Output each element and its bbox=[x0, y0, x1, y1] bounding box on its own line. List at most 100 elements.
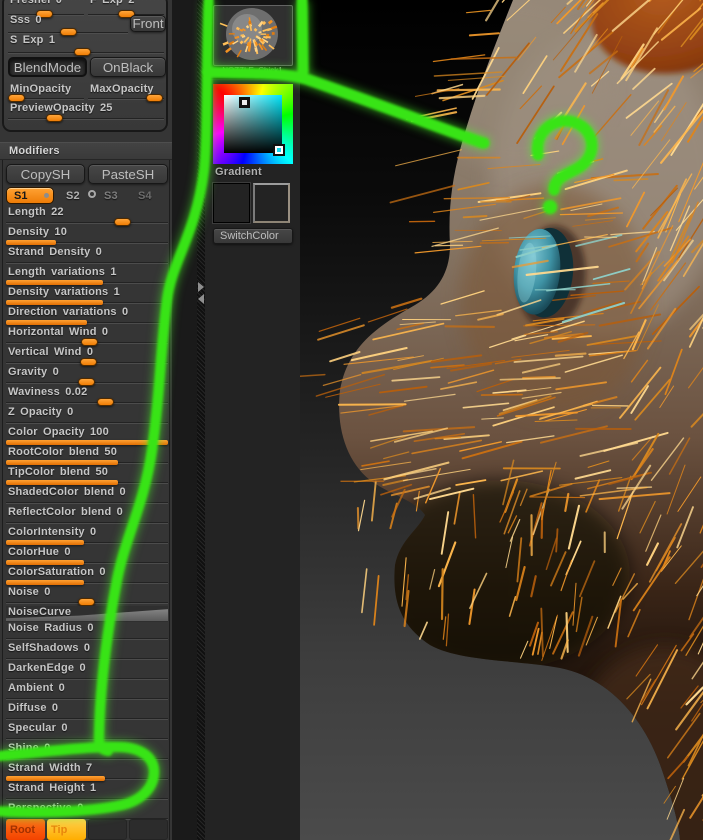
slider-density-variations[interactable]: Density variations 1 bbox=[6, 286, 168, 306]
slider-fill bbox=[6, 240, 57, 245]
slider-label: NoiseCurve bbox=[8, 606, 72, 618]
blendmode-button[interactable]: BlendMode bbox=[8, 57, 87, 77]
slider-darkenedge[interactable]: DarkenEdge 0 bbox=[6, 662, 168, 682]
switchcolor-button[interactable]: SwitchColor bbox=[213, 228, 293, 244]
slider-noisecurve[interactable]: NoiseCurve bbox=[6, 606, 168, 622]
slider-gravity[interactable]: Gravity 0 bbox=[6, 366, 168, 386]
nozzle-thumbnail[interactable] bbox=[213, 5, 293, 66]
slider-fill bbox=[6, 280, 104, 285]
slider-track bbox=[6, 718, 168, 719]
slider-track bbox=[6, 402, 168, 403]
slider-track bbox=[6, 798, 168, 799]
slider-density[interactable]: Density 10 bbox=[6, 226, 168, 246]
slider-fill bbox=[6, 540, 84, 545]
sss-slider-handle[interactable] bbox=[60, 28, 77, 36]
slider-label: Density variations 1 bbox=[8, 286, 120, 298]
shader-settings-group: Fresnel 0 F Exp 2 Sss 0 Front S Exp 1 Bl… bbox=[2, 0, 168, 132]
front-button[interactable]: Front bbox=[130, 15, 166, 32]
slider-fill bbox=[6, 580, 84, 585]
slider-label: Gravity 0 bbox=[8, 366, 59, 378]
slider-label: DarkenEdge 0 bbox=[8, 662, 86, 674]
slider-colorhue[interactable]: ColorHue 0 bbox=[6, 546, 168, 566]
slider-direction-variations[interactable]: Direction variations 0 bbox=[6, 306, 168, 326]
slider-handle[interactable] bbox=[78, 598, 95, 606]
slider-vertical-wind[interactable]: Vertical Wind 0 bbox=[6, 346, 168, 366]
slot-s4-button[interactable]: S4 bbox=[138, 190, 152, 202]
viewport-canvas[interactable] bbox=[300, 0, 703, 840]
slider-shine[interactable]: Shine 0 bbox=[6, 742, 168, 762]
sv-cursor-icon[interactable] bbox=[239, 97, 250, 108]
copysh-button[interactable]: CopySH bbox=[6, 164, 85, 184]
slider-track bbox=[6, 678, 168, 679]
slider-noise[interactable]: Noise 0 bbox=[6, 586, 168, 606]
slider-fill bbox=[6, 776, 105, 781]
slider-strand-height[interactable]: Strand Height 1 bbox=[6, 782, 168, 802]
slider-handle[interactable] bbox=[78, 378, 95, 386]
slider-strand-width[interactable]: Strand Width 7 bbox=[6, 762, 168, 782]
slider-noise-radius[interactable]: Noise Radius 0 bbox=[6, 622, 168, 642]
slider-fill bbox=[6, 320, 87, 325]
slider-tipcolor-blend[interactable]: TipColor blend 50 bbox=[6, 466, 168, 486]
slot-s2-button[interactable]: S2 bbox=[66, 190, 80, 202]
slider-label: Direction variations 0 bbox=[8, 306, 129, 318]
color-picker[interactable] bbox=[213, 84, 293, 164]
slider-handle[interactable] bbox=[113, 218, 131, 226]
slider-handle[interactable] bbox=[79, 358, 97, 366]
slider-fill bbox=[6, 460, 118, 465]
maxopacity-slider-label: MaxOpacity bbox=[90, 83, 154, 95]
previewopacity-slider[interactable] bbox=[8, 118, 164, 119]
slider-length-variations[interactable]: Length variations 1 bbox=[6, 266, 168, 286]
slider-colorintensity[interactable]: ColorIntensity 0 bbox=[6, 526, 168, 546]
slider-rootcolor-blend[interactable]: RootColor blend 50 bbox=[6, 446, 168, 466]
fresnel-slider-label: Fresnel 0 bbox=[10, 0, 63, 6]
empty-slot-button[interactable] bbox=[129, 819, 168, 840]
onblack-button[interactable]: OnBlack bbox=[90, 57, 166, 77]
slider-handle[interactable] bbox=[97, 398, 115, 406]
slider-colorsaturation[interactable]: ColorSaturation 0 bbox=[6, 566, 168, 586]
slider-waviness[interactable]: Waviness 0.02 bbox=[6, 386, 168, 406]
slider-label: Shine 0 bbox=[8, 742, 51, 754]
maxopacity-slider-handle[interactable] bbox=[146, 94, 163, 102]
modifiers-section-header[interactable]: Modifiers bbox=[0, 142, 172, 160]
slider-ambient[interactable]: Ambient 0 bbox=[6, 682, 168, 702]
slider-length[interactable]: Length 22 bbox=[6, 206, 168, 226]
slider-fill bbox=[6, 560, 84, 565]
slider-label: ColorHue 0 bbox=[8, 546, 71, 558]
main-color-swatch[interactable] bbox=[212, 182, 251, 224]
tray-divider[interactable] bbox=[197, 0, 205, 840]
empty-slot-button[interactable] bbox=[88, 819, 127, 840]
slider-selfshadows[interactable]: SelfShadows 0 bbox=[6, 642, 168, 662]
slider-track bbox=[6, 698, 168, 699]
nozzle-label: NOZZLE_Chick1 bbox=[222, 66, 283, 75]
slider-label: Ambient 0 bbox=[8, 682, 65, 694]
secondary-color-swatch[interactable] bbox=[253, 183, 290, 223]
tip-button[interactable]: Tip bbox=[47, 819, 86, 840]
slider-label: Diffuse 0 bbox=[8, 702, 59, 714]
root-button[interactable]: Root bbox=[6, 819, 45, 840]
slider-label: Strand Height 1 bbox=[8, 782, 97, 794]
slider-label: ColorSaturation 0 bbox=[8, 566, 106, 578]
pastesh-button[interactable]: PasteSH bbox=[88, 164, 168, 184]
head-model bbox=[300, 0, 703, 840]
hue-cursor-icon[interactable] bbox=[273, 144, 285, 156]
slider-label: RootColor blend 50 bbox=[8, 446, 118, 458]
slider-reflectcolor-blend[interactable]: ReflectColor blend 0 bbox=[6, 506, 168, 526]
slider-specular[interactable]: Specular 0 bbox=[6, 722, 168, 742]
saturation-value-square[interactable] bbox=[224, 95, 285, 156]
slider-z-opacity[interactable]: Z Opacity 0 bbox=[6, 406, 168, 426]
previewopacity-slider-handle[interactable] bbox=[46, 114, 63, 122]
minopacity-slider-handle[interactable] bbox=[8, 94, 25, 102]
sexp-slider-handle[interactable] bbox=[74, 48, 91, 56]
slider-label: Horizontal Wind 0 bbox=[8, 326, 109, 338]
slider-label: Vertical Wind 0 bbox=[8, 346, 94, 358]
slider-diffuse[interactable]: Diffuse 0 bbox=[6, 702, 168, 722]
slider-strand-density[interactable]: Strand Density 0 bbox=[6, 246, 168, 266]
slot-s3-button[interactable]: S3 bbox=[104, 190, 118, 202]
slider-label: TipColor blend 50 bbox=[8, 466, 109, 478]
slider-track bbox=[6, 658, 168, 659]
slider-fill bbox=[6, 300, 104, 305]
slider-shadedcolor-blend[interactable]: ShadedColor blend 0 bbox=[6, 486, 168, 506]
slider-horizontal-wind[interactable]: Horizontal Wind 0 bbox=[6, 326, 168, 346]
slider-handle[interactable] bbox=[81, 338, 99, 346]
slider-color-opacity[interactable]: Color Opacity 100 bbox=[6, 426, 168, 446]
